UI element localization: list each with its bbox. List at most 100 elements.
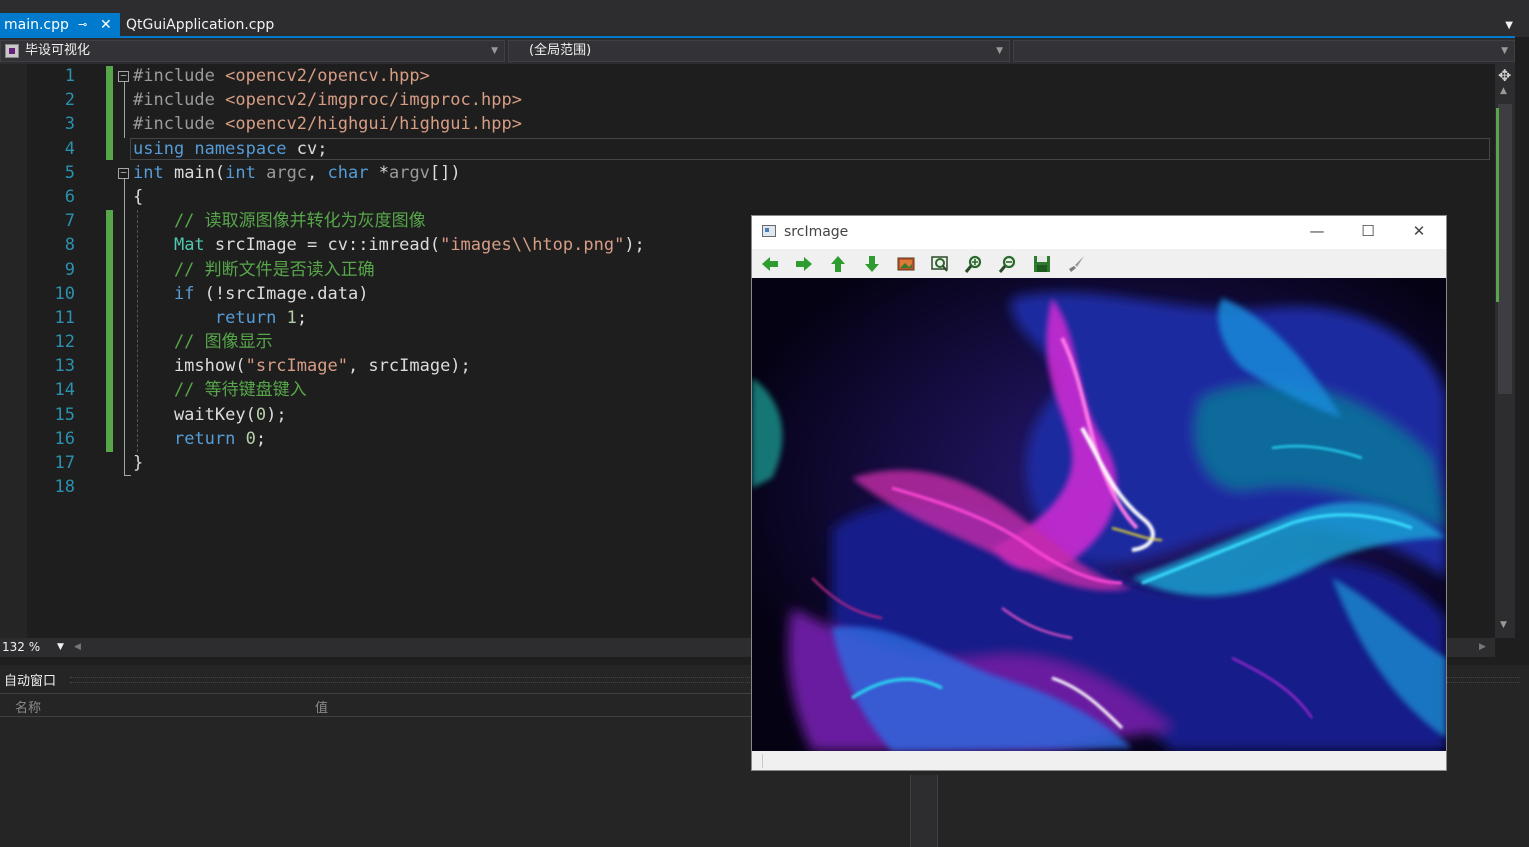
minimize-button[interactable]: — xyxy=(1302,222,1332,240)
tab-label: QtGuiApplication.cpp xyxy=(126,17,275,33)
code-token: 0 xyxy=(245,428,256,449)
tab-overflow-dropdown-icon[interactable]: ▼ xyxy=(1505,20,1513,31)
split-window-icon[interactable]: ✥ xyxy=(1498,66,1511,85)
code-line[interactable]: #include <opencv2/imgproc/imgproc.hpp> xyxy=(133,88,1493,112)
scrollbar-change-marker xyxy=(1496,108,1499,302)
arrow-left-icon[interactable] xyxy=(760,254,780,274)
line-number: 13 xyxy=(54,356,75,377)
code-token: ); xyxy=(624,235,645,256)
code-token: , xyxy=(307,162,328,183)
zoom-dropdown-icon[interactable]: ▼ xyxy=(57,638,64,657)
zoom-fit-icon[interactable] xyxy=(930,254,950,274)
scroll-right-icon[interactable]: ▶ xyxy=(1479,638,1486,657)
scroll-down-icon[interactable]: ▼ xyxy=(1500,620,1507,630)
save-icon[interactable] xyxy=(1032,254,1052,274)
line-number: 1 xyxy=(64,66,75,86)
scrollbar-thumb[interactable] xyxy=(1498,104,1512,394)
scroll-left-icon[interactable]: ◀ xyxy=(74,638,81,657)
code-token: argv xyxy=(388,162,430,183)
code-token: return xyxy=(214,307,277,328)
code-line[interactable]: { xyxy=(133,185,1493,209)
navigation-bar: 毕设可视化 ▼ (全局范围) ▼ ▼ xyxy=(0,38,1515,64)
column-name-header[interactable]: 名称 xyxy=(15,697,41,716)
chevron-down-icon: ▼ xyxy=(996,46,1003,56)
code-line[interactable]: #include <opencv2/highgui/highgui.hpp> xyxy=(133,112,1493,136)
project-dropdown[interactable]: 毕设可视化 ▼ xyxy=(0,40,505,62)
code-token: Mat xyxy=(173,235,205,256)
code-token: return xyxy=(173,428,236,449)
image-window[interactable]: srcImage — ☐ ✕ xyxy=(751,215,1447,771)
code-token: ); xyxy=(266,404,287,425)
panel-splitter[interactable] xyxy=(910,775,938,847)
code-token: imshow( xyxy=(133,356,246,377)
close-button[interactable]: ✕ xyxy=(1404,222,1434,240)
close-icon[interactable]: ✕ xyxy=(100,13,112,37)
line-number: 2 xyxy=(64,90,75,111)
code-token: []) xyxy=(429,162,461,183)
line-number: 7 xyxy=(64,211,75,232)
arrow-right-icon[interactable] xyxy=(794,254,814,274)
code-token: ; xyxy=(255,428,267,449)
picture-icon[interactable] xyxy=(896,254,916,274)
arrow-up-icon[interactable] xyxy=(828,254,848,274)
line-number: 17 xyxy=(54,453,75,473)
code-token: <opencv2/opencv.hpp> xyxy=(225,66,430,86)
code-token: ; xyxy=(296,307,308,328)
code-line[interactable]: #include <opencv2/opencv.hpp> xyxy=(133,64,1493,88)
change-indicator xyxy=(106,210,113,452)
scroll-up-icon[interactable]: ▲ xyxy=(1500,86,1507,96)
zoom-out-icon[interactable] xyxy=(998,254,1018,274)
change-indicator xyxy=(106,66,113,160)
column-value-header[interactable]: 值 xyxy=(315,697,328,716)
code-token: } xyxy=(133,453,144,473)
code-line[interactable]: int main(int argc, char *argv[]) xyxy=(133,161,1493,185)
zoom-level[interactable]: 132 % xyxy=(2,638,40,657)
image-window-title: srcImage xyxy=(784,224,849,240)
abstract-fluid-art-image xyxy=(752,278,1446,751)
line-number: 4 xyxy=(64,138,75,159)
code-token: 1 xyxy=(286,307,297,328)
line-number: 5 xyxy=(64,162,75,183)
code-token: // 图像显示 xyxy=(133,332,273,353)
maximize-button[interactable]: ☐ xyxy=(1353,222,1383,240)
code-line[interactable]: using namespace cv; xyxy=(133,137,1493,161)
code-token: argc xyxy=(266,162,308,183)
displayed-image[interactable] xyxy=(752,278,1446,751)
pin-icon[interactable]: ⊸ xyxy=(78,13,87,37)
collapse-icon[interactable]: − xyxy=(118,70,129,82)
image-window-titlebar[interactable]: srcImage — ☐ ✕ xyxy=(752,216,1446,249)
outline-line xyxy=(124,179,125,476)
project-icon xyxy=(5,44,19,58)
line-number: 16 xyxy=(54,428,75,449)
line-number: 18 xyxy=(54,477,75,498)
code-token: , srcImage); xyxy=(347,356,471,377)
code-token: namespace xyxy=(194,138,297,159)
editor-vertical-scrollbar[interactable]: ✥ ▲ ▼ xyxy=(1495,64,1515,638)
chevron-down-icon: ▼ xyxy=(1501,46,1508,56)
member-dropdown[interactable]: ▼ xyxy=(1013,40,1515,62)
brush-icon[interactable] xyxy=(1066,254,1086,274)
autos-title: 自动窗口 xyxy=(4,674,57,689)
tab-qtguiapplication-cpp[interactable]: QtGuiApplication.cpp xyxy=(120,13,300,37)
line-number: 15 xyxy=(54,404,75,425)
line-number-gutter: 1 2 3 4 5 6 7 8 9 10 11 12 13 14 15 16 17 18 xyxy=(27,64,77,499)
code-token: using xyxy=(133,138,195,159)
arrow-down-icon[interactable] xyxy=(862,254,882,274)
tab-main-cpp[interactable]: main.cpp ⊸ ✕ xyxy=(0,13,120,37)
scope-dropdown[interactable]: (全局范围) ▼ xyxy=(508,40,1010,62)
code-token: #include xyxy=(133,114,226,135)
code-token: "srcImage" xyxy=(245,356,348,377)
scope-label: (全局范围) xyxy=(529,43,592,58)
tab-label: main.cpp xyxy=(4,17,69,33)
status-separator xyxy=(762,754,763,768)
code-token: cv; xyxy=(296,138,328,159)
collapse-icon[interactable]: − xyxy=(118,167,129,179)
code-token: #include xyxy=(133,66,226,86)
zoom-in-icon[interactable] xyxy=(964,254,984,274)
